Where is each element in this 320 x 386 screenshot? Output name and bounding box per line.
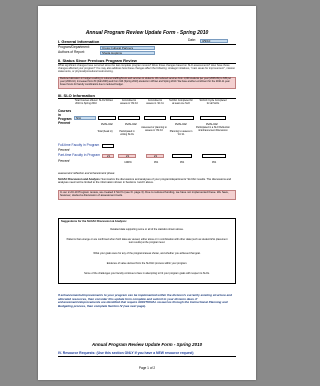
fac-header-writing: Participated in writing SLOs (119, 130, 135, 136)
fac-header-assess-0910: Assessed or planning to assess in '09-'1… (141, 126, 167, 132)
page-number: Page 1 of 2 (138, 366, 156, 370)
col-header-slos-written: SLOs Written (98, 99, 114, 102)
courses-label: Courses in Program (58, 109, 72, 121)
suggestion-item: Some of the challenges your faculty cont… (84, 272, 210, 275)
parttime-assess-field[interactable]: 21 (146, 154, 164, 158)
sloac-answer-field[interactable]: In our 2-23-10 Program review, we create… (58, 190, 236, 200)
suggestions-heading: Suggestions for the SLOAC Discussion & A… (61, 220, 127, 223)
date-field[interactable]: 3/9/10 (200, 39, 228, 43)
parttime-percent-label: Percent (58, 159, 70, 163)
col-header-commit-0910: Committed to assess in '09-'10 (120, 99, 138, 105)
suggestion-item: What your goals were for any of the prog… (93, 252, 201, 255)
resource-requests-heading: IV. Resource Requests: (Use this section… (58, 351, 194, 355)
fac-header-total: Total (head ct) (97, 130, 113, 133)
sloac-description: SLOAC Discussion and Analysis: Summarize… (58, 178, 236, 184)
suggestion-item: Patterns that emerge or are confirmed wh… (66, 238, 228, 244)
assessment-heading: assessment reflection and enhancement ph… (58, 172, 115, 175)
parttime-percent: 100% (124, 160, 132, 164)
form-title-text: Annual Program Review Update Form - Spri… (85, 30, 209, 36)
percent-zero: 0% (153, 160, 159, 164)
fac-header-reflection: Participated in a SLO Reflection & Enhan… (196, 126, 230, 132)
percent-zero: 0% (211, 160, 217, 164)
courses-field[interactable]: N/A (74, 116, 96, 120)
courses-percent-label: Percent (58, 121, 71, 125)
percent-value: #VALUE! (124, 122, 138, 126)
col-header-commit-1011: Committed to assess in '10-'11 (146, 99, 164, 105)
parttime-writing-field[interactable]: 21 (118, 154, 136, 158)
fac-header-assess-1011: Planning to assess in '10-'11 (169, 130, 193, 136)
commit-1011-field[interactable] (144, 116, 166, 120)
percent-zero: 0% (179, 160, 185, 164)
slos-written-field[interactable] (98, 116, 116, 120)
parttime-total-field[interactable]: 21 (102, 154, 114, 158)
date-label: Date: (188, 38, 196, 42)
parttime-label: Part-time Faculty in Program (58, 153, 100, 157)
percent-value: #VALUE! (100, 122, 114, 126)
status-question: What significant changes have occurred s… (58, 64, 236, 73)
sloac-one-field[interactable] (170, 116, 194, 120)
status-answer-field[interactable]: Reduced allocation in budget resulting i… (58, 77, 236, 89)
commit-0910-field[interactable] (118, 116, 140, 120)
page2-title: Annual Program Review Update Form - Spri… (91, 342, 203, 347)
suggestion-item: Evidence of value derived from the SLOAC… (106, 262, 188, 265)
suggestion-item: Detailed data supporting some or all of … (110, 228, 184, 231)
section-rule (58, 356, 236, 357)
form-title: Annual Program Review Update Form - Spri… (38, 30, 256, 36)
col-header-sloac-all: SLOAC Cycle Completed for all SLOs (199, 99, 227, 105)
parttime-assess-1011-field[interactable] (172, 154, 192, 158)
program-field[interactable]: Cross Cultural Partners (100, 46, 155, 50)
enhancement-note: If enhancements/improvements to your pro… (58, 293, 232, 308)
col-header-sloac-one: SLOAC Completed for at least one SLO (169, 99, 193, 105)
parttime-reflection-field[interactable] (202, 154, 226, 158)
form-page: Annual Program Review Update Form - Spri… (38, 6, 256, 380)
authors-label: Authors of Report: (58, 50, 85, 54)
sloac-all-field[interactable] (200, 116, 226, 120)
col-header-total-courses: Total Courses offered 2010 to Spring 201… (74, 99, 98, 105)
percent-value: #VALUE! (174, 122, 188, 126)
fulltime-total-field[interactable] (102, 144, 114, 148)
authors-field[interactable]: Sheila Hopkins (100, 51, 155, 55)
